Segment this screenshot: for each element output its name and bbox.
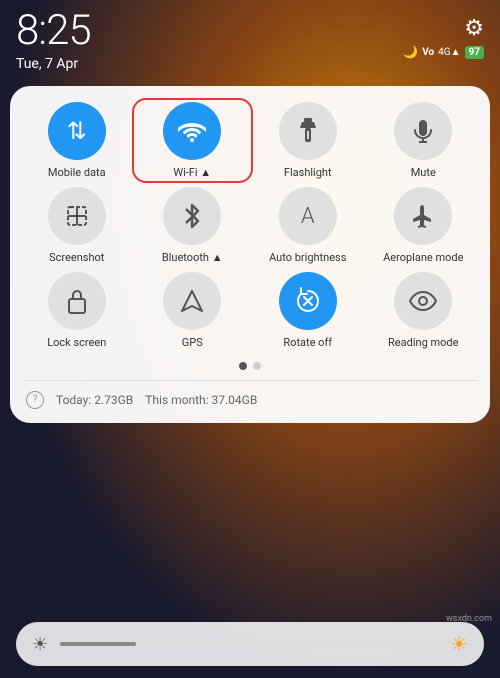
screenshot-label: Screenshot [49,251,104,264]
tile-lock-screen[interactable]: Lock screen [22,272,132,349]
divider [22,380,478,381]
tile-mute[interactable]: Mute [369,102,479,179]
signal-icon: 4G▲ [438,47,460,58]
moon-icon: 🌙 [403,45,418,59]
gps-label: GPS [182,336,203,349]
status-right: ⚙ 🌙 Vo 4G▲ 97 [403,10,484,59]
brightness-high-icon: ☀ [450,632,468,656]
tile-gps[interactable]: GPS [138,272,248,349]
gps-icon [163,272,221,330]
tile-auto-brightness[interactable]: A Auto brightness [253,187,363,264]
battery-icon: 97 [465,46,484,59]
mobile-data-icon: ⇅ [48,102,106,160]
page-dots [22,362,478,370]
wifi-icon [163,102,221,160]
date: Tue, 7 Apr [16,56,91,72]
auto-brightness-label: Auto brightness [269,251,346,264]
status-icons: 🌙 Vo 4G▲ 97 [403,45,484,59]
tile-flashlight[interactable]: Flashlight [253,102,363,179]
bottom-area: ☀ ☀ [0,610,500,678]
volte-icon: Vo [422,47,434,58]
bluetooth-icon [163,187,221,245]
mute-icon [394,102,452,160]
mute-label: Mute [411,166,436,179]
tiles-grid: ⇅ Mobile data Wi-Fi ▲ Fl [22,102,478,350]
settings-icon[interactable]: ⚙ [464,16,484,41]
screenshot-icon [48,187,106,245]
rotate-off-label: Rotate off [283,336,332,349]
tile-aeroplane-mode[interactable]: Aeroplane mode [369,187,479,264]
dot-2 [253,362,261,370]
brightness-bar[interactable]: ☀ ☀ [16,622,484,666]
month-label: This month: 37.04GB [145,393,257,407]
tile-mobile-data[interactable]: ⇅ Mobile data [22,102,132,179]
wifi-label: Wi-Fi ▲ [173,166,211,179]
data-usage-icon: ? [26,391,44,409]
watermark: wsxdn.com [446,614,492,624]
bluetooth-label: Bluetooth ▲ [162,251,223,264]
lock-screen-label: Lock screen [47,336,106,349]
time-date-group: 8:25 Tue, 7 Apr [16,10,91,72]
rotate-off-icon [279,272,337,330]
tile-bluetooth[interactable]: Bluetooth ▲ [138,187,248,264]
today-label: Today: 2.73GB [56,393,133,407]
tile-reading-mode[interactable]: Reading mode [369,272,479,349]
aeroplane-icon [394,187,452,245]
data-usage-row: ? Today: 2.73GB This month: 37.04GB [22,391,478,409]
tile-rotate-off[interactable]: Rotate off [253,272,363,349]
aeroplane-label: Aeroplane mode [383,251,463,264]
lock-screen-icon [48,272,106,330]
status-bar: 8:25 Tue, 7 Apr ⚙ 🌙 Vo 4G▲ 97 [0,0,500,78]
flashlight-label: Flashlight [284,166,332,179]
reading-mode-label: Reading mode [388,336,458,349]
brightness-track[interactable] [60,642,438,646]
tile-screenshot[interactable]: Screenshot [22,187,132,264]
flashlight-icon [279,102,337,160]
dot-1 [239,362,247,370]
mobile-data-label: Mobile data [48,166,106,179]
brightness-fill [60,642,136,646]
brightness-low-icon: ☀ [32,634,48,655]
quick-settings-panel: ⇅ Mobile data Wi-Fi ▲ Fl [10,86,490,423]
tile-wifi[interactable]: Wi-Fi ▲ [138,102,248,179]
reading-mode-icon [394,272,452,330]
auto-brightness-icon: A [279,187,337,245]
clock: 8:25 [16,10,91,52]
